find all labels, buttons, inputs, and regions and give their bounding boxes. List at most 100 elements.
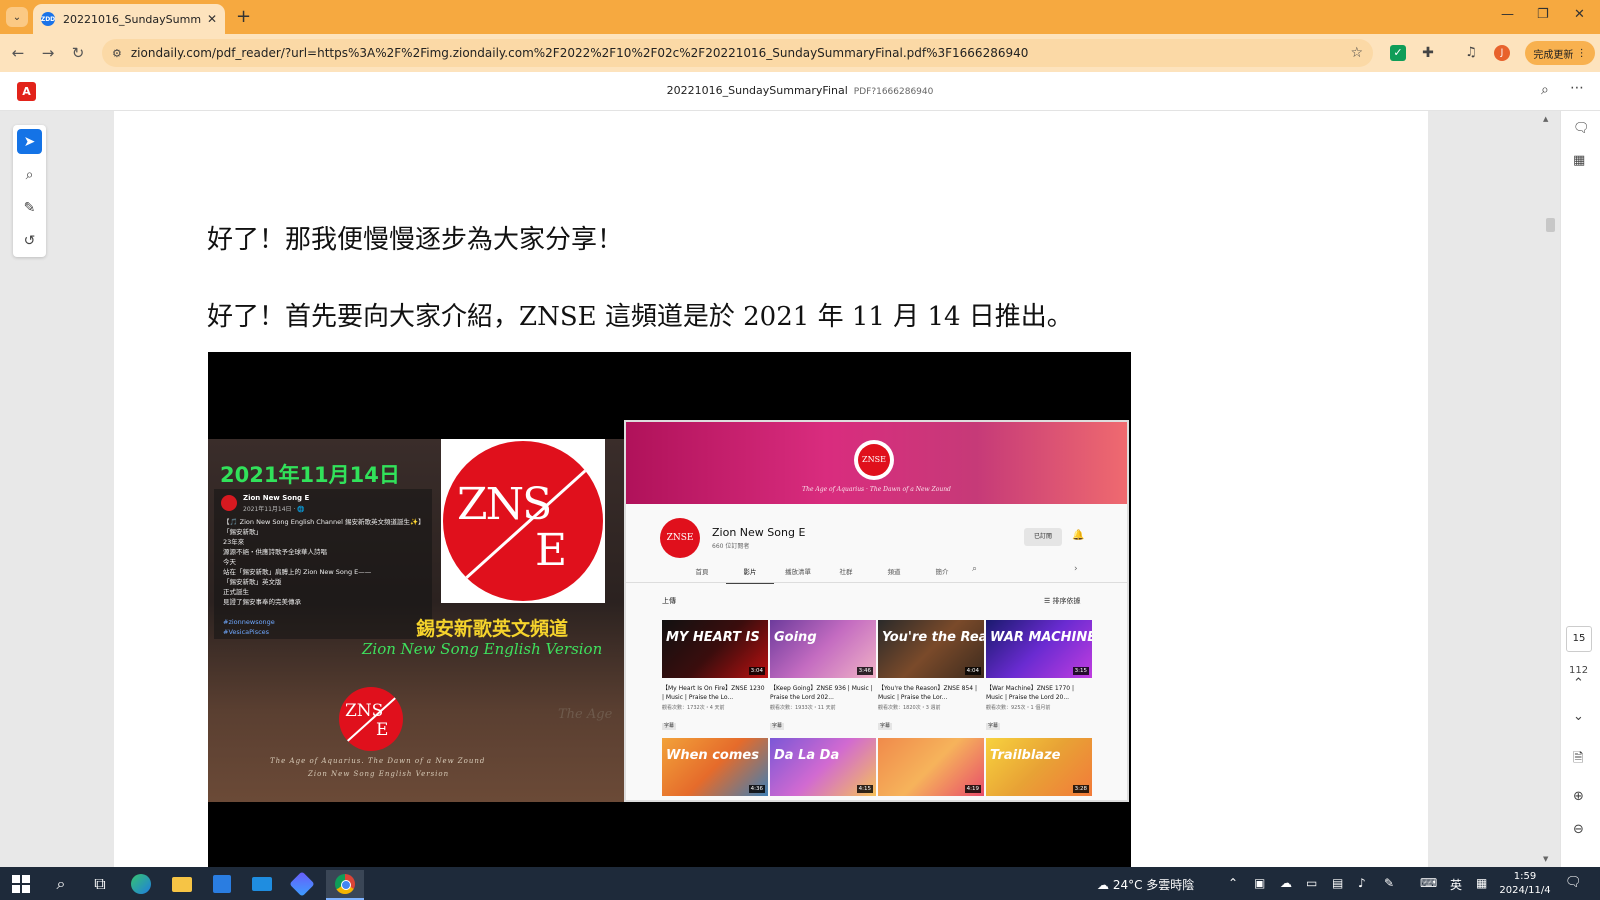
extensions-puzzle-icon[interactable]: ✚ — [1420, 45, 1436, 61]
search-icon[interactable]: ⌕ — [46, 873, 76, 895]
mail-icon[interactable] — [247, 873, 277, 895]
scroll-up-arrow-icon[interactable]: ▲ — [1543, 115, 1548, 123]
forward-arrow-icon[interactable]: → — [39, 44, 57, 62]
comment-tool-icon[interactable]: ⌕ — [17, 162, 42, 187]
more-options-icon[interactable]: ⋯ — [1570, 80, 1584, 96]
scrollbar-thumb[interactable] — [1546, 218, 1555, 232]
active-tab[interactable]: ZDD 20221016_SundaySummaryFinal ✕ — [33, 4, 225, 34]
notification-icon[interactable]: 🗨 — [1565, 875, 1582, 890]
comments-icon[interactable]: 🗨 — [1573, 121, 1590, 136]
caption-badge: 字幕 — [986, 723, 1001, 730]
meet-now-icon[interactable]: ▣ — [1254, 876, 1265, 890]
thumbnail-text: WAR MACHINE — [990, 630, 1092, 645]
ime-language[interactable]: 英 — [1450, 876, 1462, 893]
caption-badge: 字幕 — [662, 723, 677, 730]
launch-date-heading: 2021年11月14日 — [220, 463, 400, 487]
media-app-icon[interactable] — [287, 871, 317, 897]
video-card: WAR MACHINE 3:15 【War Machine】ZNSE 1770 | … — [986, 620, 1092, 731]
video-meta: 觀看次數：925次・1 個月前 — [986, 705, 1051, 711]
channel-avatar: ZNSE — [660, 518, 700, 558]
minimize-icon[interactable]: — — [1501, 7, 1514, 22]
thumbnail-text: MY HEART IS — [666, 630, 760, 645]
chrome-taskbar-button[interactable] — [326, 870, 364, 900]
weather-text: 24°C 多雲時陰 — [1112, 878, 1195, 892]
select-tool-icon[interactable]: ➤ — [17, 129, 42, 154]
zoom-in-icon[interactable]: ⊕ — [1573, 789, 1584, 804]
channel-banner: ZNSE The Age of Aquarius · The Dawn of a… — [626, 422, 1127, 504]
zoom-out-icon[interactable]: ⊖ — [1573, 822, 1584, 837]
channel-name: Zion New Song E — [712, 526, 806, 539]
subscriber-count: 660 位訂閱者 — [712, 543, 750, 550]
post-hashtags: #zionnewsonge #VesicaPisces — [223, 618, 275, 636]
onedrive-cloud-icon[interactable]: ☁ — [1280, 876, 1292, 890]
video-card: When comes 4:36 — [662, 738, 768, 796]
address-bar[interactable]: ⚙ ziondaily.com/pdf_reader/?url=https%3A… — [102, 39, 1373, 67]
chrome-icon — [335, 874, 355, 894]
windows-taskbar: ⌕ ⧉ ☁ 24°C 多雲時陰 ⌃ ▣ ☁ ▭ ▤ ♪ ✎ ⌨ 英 ▦ 1:59… — [0, 867, 1600, 900]
tab-title: 20221016_SundaySummaryFinal — [63, 12, 201, 26]
clock-date: 2024/11/4 — [1499, 885, 1551, 896]
window-close-icon[interactable]: ✕ — [1574, 7, 1585, 22]
video-duration: 3:28 — [1072, 785, 1089, 793]
faded-tagline: The Age — [558, 707, 613, 722]
page-document-icon[interactable]: 🗎 — [1573, 749, 1583, 771]
video-thumbnail: MY HEART IS 3:04 — [662, 620, 768, 678]
quick-tools: ➤ ⌕ ✎ ↺ — [13, 125, 46, 257]
video-duration: 4:19 — [964, 785, 981, 793]
thumbnail-text: Trailblaze — [990, 748, 1061, 763]
network-icon[interactable]: ▤ — [1332, 876, 1343, 890]
start-windows-icon[interactable] — [12, 875, 30, 893]
video-title: 【You're the Reason】ZNSE 854 | Music | Pr… — [878, 685, 978, 701]
bookmark-star-icon[interactable]: ☆ — [1350, 45, 1363, 61]
page-up-chevron-icon[interactable]: ⌃ — [1573, 676, 1584, 691]
lasso-tool-icon[interactable]: ↺ — [17, 228, 42, 253]
slide-image: 2021年11月14日 Zion New Song E 2021年11月14日 … — [208, 352, 1131, 867]
tab-search-button[interactable]: ⌄ — [6, 7, 28, 27]
thumbnails-grid-icon[interactable]: ▦ — [1573, 153, 1585, 168]
keyboard-icon[interactable]: ⌨ — [1420, 876, 1437, 890]
tab-close-icon[interactable]: ✕ — [207, 12, 217, 26]
page-down-chevron-icon[interactable]: ⌄ — [1573, 709, 1584, 724]
video-duration: 3:15 — [1072, 667, 1089, 675]
logo-e-text: E — [535, 525, 568, 576]
tray-expand-chevron-icon[interactable]: ⌃ — [1228, 876, 1238, 890]
search-icon[interactable]: ⌕ — [1541, 82, 1549, 98]
video-thumbnail: Da La Da 4:15 — [770, 738, 876, 796]
scroll-down-arrow-icon[interactable]: ▼ — [1543, 855, 1548, 863]
sort-text: 排序依據 — [1052, 597, 1081, 605]
site-info-icon[interactable]: ⚙ — [112, 47, 122, 60]
video-thumbnail: You're the Reason 4:04 — [878, 620, 984, 678]
slide-tagline: The Age of Aquarius. The Dawn of a New Z… — [270, 757, 486, 765]
back-arrow-icon[interactable]: ← — [9, 44, 27, 62]
profile-avatar[interactable]: J — [1494, 45, 1510, 61]
extension-check-icon[interactable]: ✓ — [1390, 45, 1406, 61]
new-tab-button[interactable]: + — [236, 7, 251, 27]
microsoft-store-icon[interactable] — [207, 873, 237, 895]
battery-icon[interactable]: ▭ — [1306, 876, 1317, 890]
update-button[interactable]: 完成更新 ⋮ — [1525, 41, 1595, 65]
url-text[interactable]: ziondaily.com/pdf_reader/?url=https%3A%2… — [131, 46, 1351, 60]
edge-icon[interactable] — [126, 873, 156, 895]
reload-icon[interactable]: ↻ — [69, 44, 87, 62]
total-pages: 112 — [1569, 665, 1589, 676]
small-logo-e-text: E — [376, 720, 389, 740]
video-title: 【War Machine】ZNSE 1770 | Music | Praise … — [986, 685, 1075, 701]
pen-icon[interactable]: ✎ — [1384, 876, 1394, 890]
document-title: 20221016_SundaySummaryFinal PDF?166628694… — [0, 84, 1600, 97]
document-name: 20221016_SundaySummaryFinal — [666, 84, 848, 97]
text-line-2: 好了！首先要向大家介紹，ZNSE 這頻道是於 2021 年 11 月 14 日推… — [207, 302, 1073, 332]
task-view-icon[interactable]: ⧉ — [85, 873, 115, 895]
chevron-right-icon: › — [1074, 564, 1078, 574]
thumbnail-text: When comes — [666, 748, 759, 763]
media-control-icon[interactable]: ♫ — [1463, 45, 1479, 61]
file-explorer-icon[interactable] — [167, 873, 197, 895]
system-clock[interactable]: 1:59 2024/11/4 — [1497, 870, 1553, 898]
current-page-input[interactable]: 15 — [1566, 626, 1592, 652]
draw-tool-icon[interactable]: ✎ — [17, 195, 42, 220]
weather-widget[interactable]: ☁ 24°C 多雲時陰 — [1097, 876, 1194, 893]
video-card: 4:19 — [878, 738, 984, 796]
volume-icon[interactable]: ♪ — [1358, 876, 1366, 890]
ime-mode-icon[interactable]: ▦ — [1476, 876, 1487, 890]
restore-icon[interactable]: ❐ — [1537, 7, 1549, 22]
banner-logo-text: ZNSE — [858, 444, 890, 476]
